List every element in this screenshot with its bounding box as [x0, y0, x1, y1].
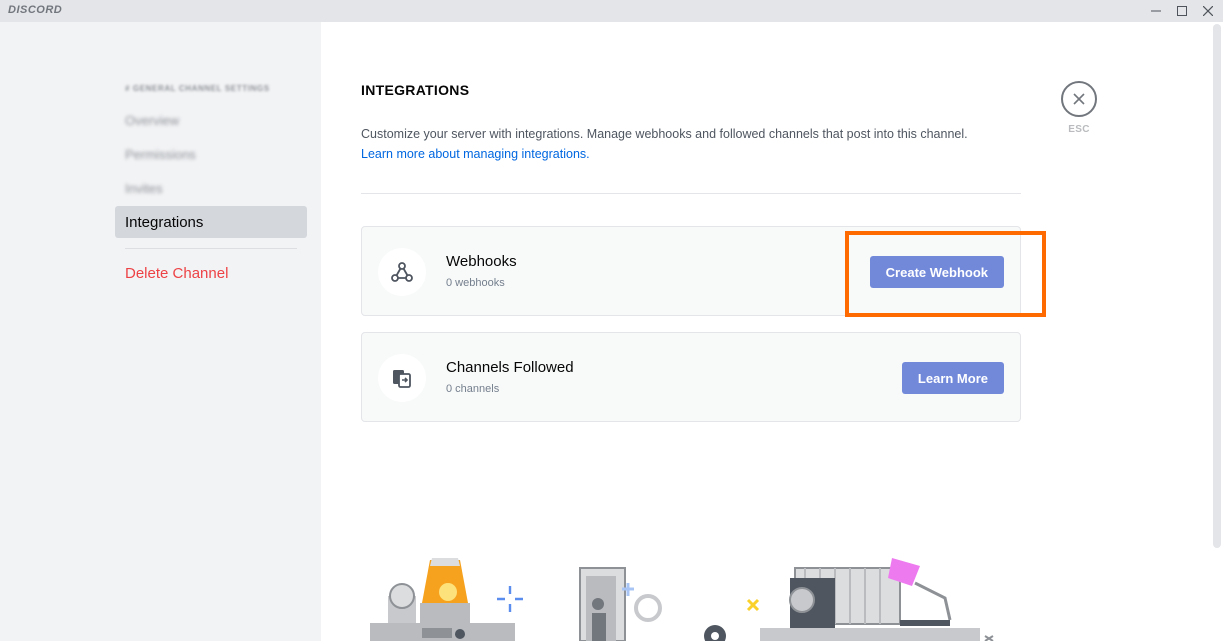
channels-followed-icon — [378, 354, 426, 402]
close-settings: ESC — [1061, 81, 1097, 135]
close-icon — [1203, 6, 1213, 16]
learn-more-button[interactable]: Learn More — [901, 362, 1004, 394]
close-window-button[interactable] — [1197, 1, 1219, 21]
sidebar-item-permissions[interactable]: Permissions — [115, 138, 307, 170]
channels-followed-card: Channels Followed 0 channels Learn More — [361, 332, 1021, 422]
title-bar: DISCORD — [0, 0, 1223, 22]
page-title: INTEGRATIONS — [361, 82, 470, 98]
empty-state-illustration — [370, 558, 994, 641]
webhooks-count: 0 webhooks — [446, 277, 505, 289]
content-divider — [361, 193, 1021, 194]
learn-more-link[interactable]: Learn more about managing integrations. — [361, 144, 1041, 164]
webhook-icon — [378, 248, 426, 296]
esc-label: ESC — [1068, 124, 1090, 135]
sidebar-item-integrations[interactable]: Integrations — [115, 206, 307, 238]
minimize-icon — [1151, 10, 1161, 12]
maximize-icon — [1177, 6, 1187, 16]
sidebar-item-overview[interactable]: Overview — [115, 104, 307, 136]
sidebar-item-invites[interactable]: Invites — [115, 172, 307, 204]
description-text: Customize your server with integrations.… — [361, 127, 968, 141]
discord-logo: DISCORD — [8, 4, 63, 16]
sidebar-item-label: Permissions — [125, 146, 196, 162]
sidebar-item-label: Integrations — [125, 213, 204, 231]
sidebar-item-delete-channel[interactable]: Delete Channel — [115, 257, 307, 289]
maximize-button[interactable] — [1171, 1, 1193, 21]
sidebar-header: # GENERAL CHANNEL SETTINGS — [125, 84, 270, 93]
sidebar-divider — [125, 248, 297, 249]
channels-followed-count: 0 channels — [446, 383, 500, 395]
sidebar-item-label: Delete Channel — [125, 264, 229, 282]
highlight-box — [845, 231, 1046, 317]
close-icon — [1073, 93, 1085, 105]
page-description: Customize your server with integrations.… — [361, 124, 1041, 164]
sidebar-item-label: Invites — [125, 180, 163, 196]
scrollbar-thumb[interactable] — [1213, 24, 1221, 548]
channels-followed-title: Channels Followed — [446, 359, 574, 376]
minimize-button[interactable] — [1145, 1, 1167, 21]
sidebar-item-label: Overview — [125, 112, 180, 128]
webhooks-title: Webhooks — [446, 253, 517, 270]
close-settings-button[interactable] — [1061, 81, 1097, 117]
settings-sidebar: # GENERAL CHANNEL SETTINGS Overview Perm… — [0, 22, 321, 641]
